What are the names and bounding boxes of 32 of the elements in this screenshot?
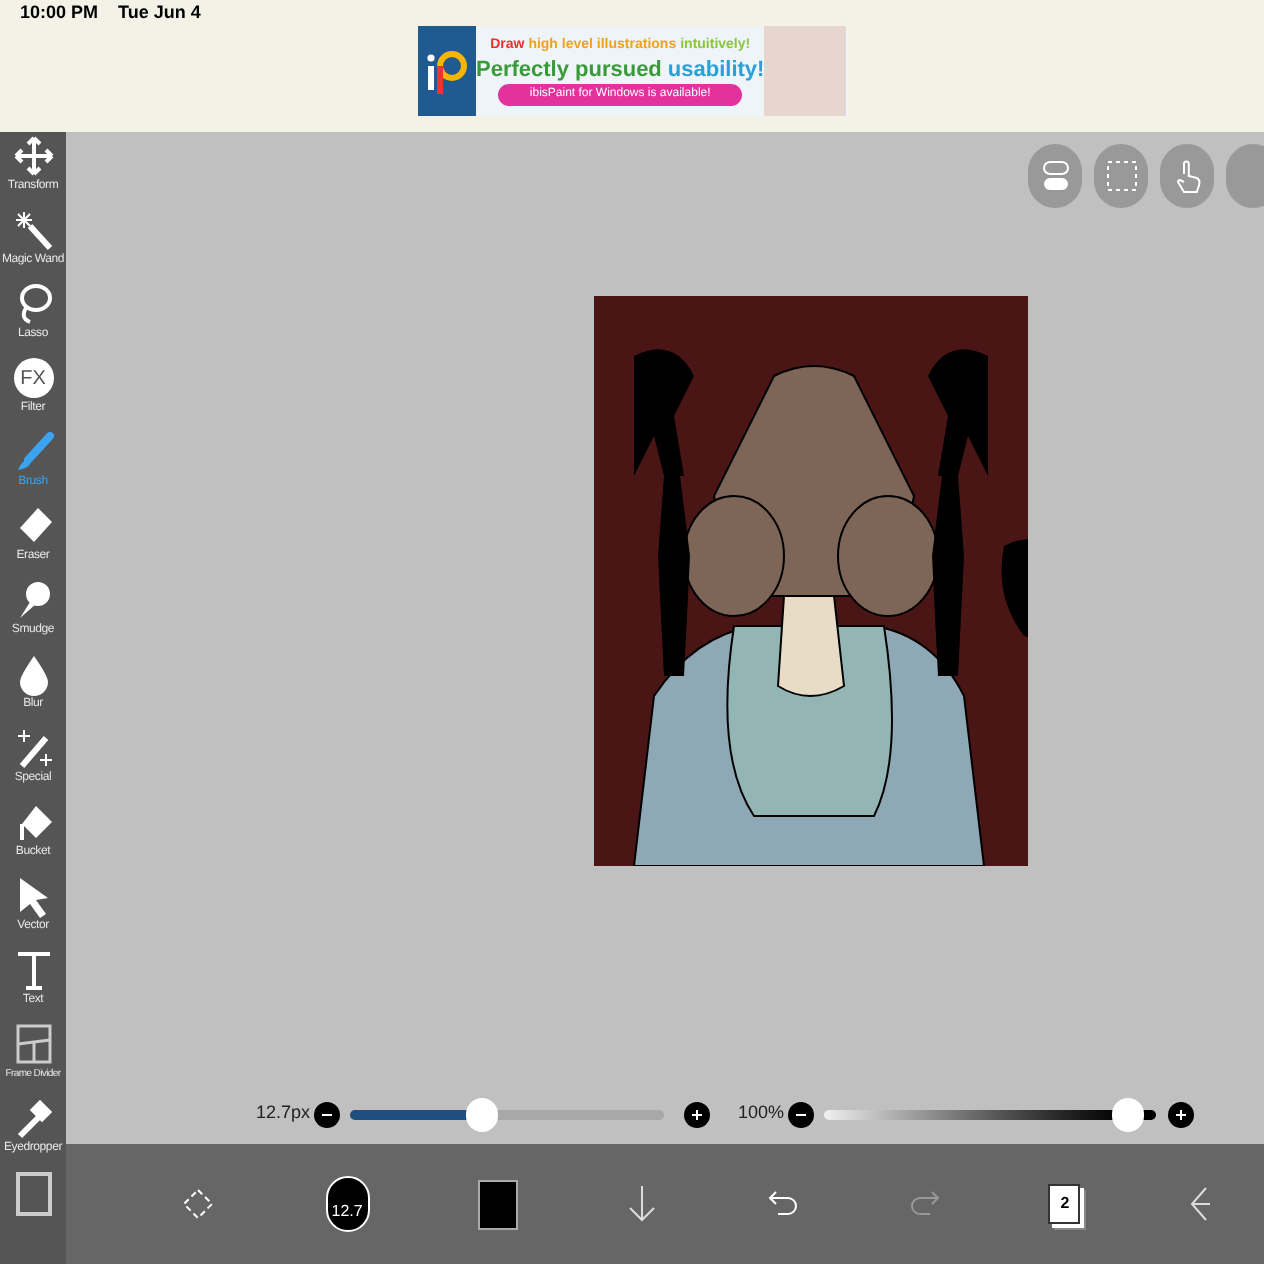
ad-tagline: Perfectly pursued [475, 59, 662, 82]
hand-icon[interactable] [1160, 144, 1214, 208]
increase-opacity-button[interactable] [1168, 1101, 1195, 1127]
slider-thumb[interactable] [1112, 1097, 1145, 1131]
undo-icon[interactable] [767, 1188, 800, 1220]
fx-icon: FX [13, 358, 53, 398]
status-date: Tue Jun 4 [118, 0, 201, 26]
plus-icon [690, 1107, 705, 1121]
ad-tagline: usability! [667, 59, 765, 82]
slider-thumb[interactable] [465, 1097, 498, 1131]
increase-size-button[interactable] [684, 1101, 711, 1127]
brush-preview[interactable]: 12.7 [325, 1176, 370, 1232]
rotate-icon[interactable] [180, 1186, 217, 1222]
decrease-size-button[interactable] [314, 1101, 341, 1127]
selection-icon[interactable] [1094, 144, 1148, 208]
toggle-icon[interactable] [1028, 144, 1082, 208]
plus-icon [1174, 1107, 1189, 1121]
status-time: 10:00 PM [20, 0, 99, 26]
opacity-reading: 100% [738, 1100, 785, 1127]
portrait-placeholder [764, 26, 847, 116]
color-swatch[interactable] [477, 1179, 518, 1229]
brush-size-reading: 12.7px [256, 1100, 311, 1127]
canvas-frame-icon[interactable] [15, 1172, 51, 1216]
opacity-slider[interactable] [824, 1097, 1157, 1131]
decrease-opacity-button[interactable] [788, 1101, 815, 1127]
down-arrow-icon[interactable] [626, 1184, 659, 1224]
app-logo-icon [417, 26, 476, 116]
brush-size-slider[interactable] [350, 1097, 665, 1131]
magic-wand-icon [11, 208, 55, 252]
layers-button[interactable]: 2 [1048, 1184, 1081, 1224]
move-arrows-icon [11, 134, 55, 178]
back-arrow-icon[interactable] [1189, 1184, 1210, 1224]
